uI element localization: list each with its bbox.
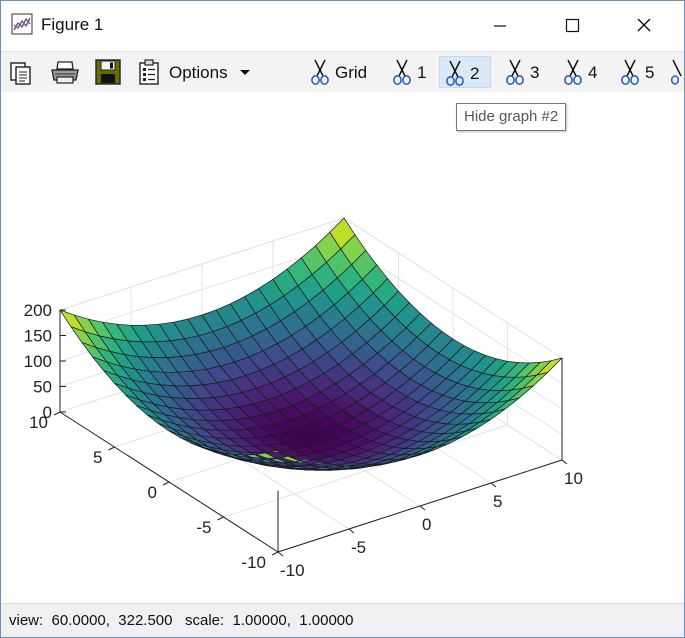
- toggle-label: Grid: [335, 63, 368, 82]
- x-tick: [162, 481, 170, 486]
- view-label: view:: [9, 612, 44, 629]
- graph-1-toggle-button[interactable]: 1: [387, 56, 439, 88]
- scale-values: 1.00000, 1.00000: [232, 612, 354, 629]
- scale-label: scale:: [185, 612, 225, 629]
- x-tick: [217, 516, 224, 521]
- copy-button[interactable]: [7, 56, 35, 88]
- z-tick-label: 100: [24, 352, 52, 371]
- tooltip: Hide graph #2: [456, 103, 567, 131]
- more-toggle-icon[interactable]: [670, 56, 684, 93]
- toggle-label: 5: [645, 63, 655, 82]
- print-button[interactable]: [49, 56, 81, 88]
- y-tick: [561, 459, 568, 465]
- y-tick-label: 10: [564, 469, 583, 488]
- y-tick: [419, 505, 426, 511]
- y-tick-label: -5: [351, 538, 366, 557]
- options-label: Options: [169, 63, 228, 82]
- minimize-button[interactable]: [477, 1, 523, 51]
- toggle-label: 1: [417, 63, 427, 82]
- z-tick-label: 200: [24, 301, 52, 320]
- y-tick: [277, 551, 284, 557]
- y-tick: [490, 482, 497, 488]
- x-tick-label: 0: [148, 483, 157, 502]
- save-button[interactable]: [93, 56, 123, 88]
- x-tick: [108, 446, 115, 451]
- view-values: 60.0000, 322.500: [51, 612, 173, 629]
- y-tick-label: 0: [422, 515, 431, 534]
- x-tick: [271, 551, 279, 556]
- toggle-label: 3: [530, 63, 540, 82]
- status-bar: view: 60.0000, 322.500 scale: 1.00000, 1…: [1, 603, 684, 637]
- x-tick-label: 5: [93, 448, 102, 467]
- y-tick-label: 5: [493, 492, 502, 511]
- options-menu[interactable]: Options: [135, 56, 263, 88]
- plot-area[interactable]: 0 50 100 150 200 -10 -5 0 5 10 -10 -5 0 5 10: [1, 92, 684, 603]
- x-tick-label: 10: [29, 413, 48, 432]
- surface-plot[interactable]: 050100150200-10-50510-10-50510: [1, 92, 684, 603]
- maximize-button[interactable]: [549, 1, 595, 51]
- graph-5-toggle-button[interactable]: 5: [615, 56, 667, 88]
- graph-4-toggle-button[interactable]: 4: [558, 56, 610, 88]
- y-tick-label: -10: [280, 561, 305, 580]
- status-text: view: 60.0000, 322.500 scale: 1.00000, 1…: [9, 612, 353, 629]
- figure-window: Figure 1 Options Grid 1 2 3 4 5 0 50 100…: [0, 0, 685, 638]
- x-tick: [53, 411, 61, 416]
- z-tick-label: 150: [24, 327, 52, 346]
- title-bar[interactable]: Figure 1: [1, 1, 684, 51]
- x-tick-label: -10: [241, 553, 266, 572]
- toggle-label: 2: [470, 64, 480, 83]
- close-button[interactable]: [621, 1, 667, 51]
- z-tick-label: 50: [33, 378, 52, 397]
- x-tick-label: -5: [196, 518, 211, 537]
- window-title: Figure 1: [41, 15, 104, 34]
- toggle-label: 4: [588, 63, 598, 82]
- tooltip-text: Hide graph #2: [464, 108, 559, 125]
- graph-3-toggle-button[interactable]: 3: [500, 56, 552, 88]
- y-tick: [348, 528, 355, 534]
- graph-2-toggle-button[interactable]: 2: [439, 56, 491, 88]
- figure-app-icon: [11, 13, 33, 35]
- toolbar: Options Grid 1 2 3 4 5: [1, 51, 684, 93]
- grid-toggle-button[interactable]: Grid: [305, 56, 375, 88]
